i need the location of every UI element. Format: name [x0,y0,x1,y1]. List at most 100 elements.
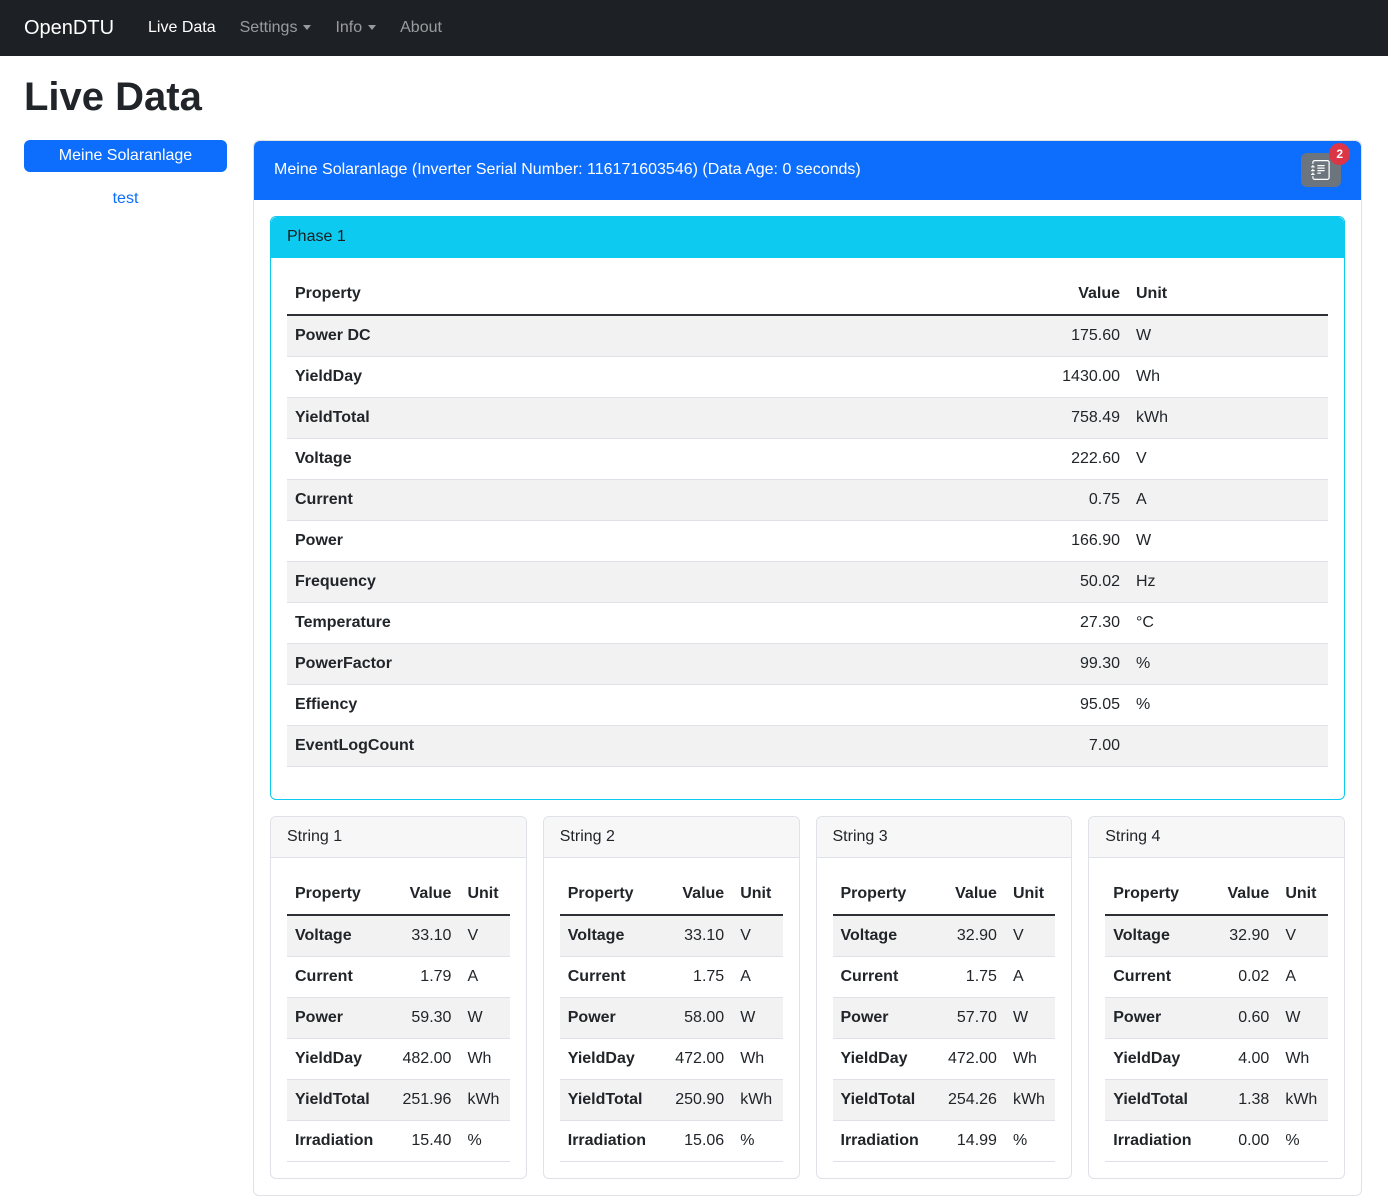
phase-card: Phase 1 PropertyValueUnitPower DC175.60W… [270,216,1345,800]
property-cell: YieldDay [287,357,1008,398]
table-row: YieldTotal250.90kWh [560,1080,783,1121]
unit-cell: % [459,1121,509,1162]
nav-item-about[interactable]: About [392,8,450,48]
table-row: Current1.79A [287,957,510,998]
unit-cell: % [1128,685,1328,726]
table-row: YieldDay4.00Wh [1105,1039,1328,1080]
nav-item-live-data[interactable]: Live Data [140,8,224,48]
unit-cell: W [1128,315,1328,357]
value-cell: 1.75 [654,957,732,998]
unit-cell: W [1005,998,1055,1039]
column-header: Property [287,274,1008,315]
value-cell: 472.00 [927,1039,1005,1080]
column-header: Value [1008,274,1128,315]
inverter-sidebar: Meine Solaranlage test [24,140,227,219]
value-cell: 254.26 [927,1080,1005,1121]
table-row: YieldTotal251.96kWh [287,1080,510,1121]
table-row: Power166.90W [287,521,1328,562]
property-cell: Frequency [287,562,1008,603]
value-cell: 1.75 [927,957,1005,998]
nav-item-label: Live Data [148,19,216,36]
value-cell: 59.30 [381,998,459,1039]
value-cell: 1430.00 [1008,357,1128,398]
string-card: String 1 PropertyValueUnitVoltage33.10VC… [270,816,527,1179]
unit-cell: A [732,957,782,998]
property-cell: YieldTotal [287,398,1008,439]
property-cell: Power DC [287,315,1008,357]
value-cell: 58.00 [654,998,732,1039]
table-row: Voltage32.90V [1105,915,1328,957]
nav-item-info[interactable]: Info [327,8,384,48]
column-header: Property [1105,874,1199,915]
property-cell: Current [287,957,381,998]
value-cell: 250.90 [654,1080,732,1121]
inverter-card-body: Phase 1 PropertyValueUnitPower DC175.60W… [254,200,1361,1195]
unit-cell: kWh [1128,398,1328,439]
table-row: Frequency50.02Hz [287,562,1328,603]
property-cell: Power [833,998,927,1039]
brand-logo[interactable]: OpenDTU [24,13,114,43]
string-table: PropertyValueUnitVoltage32.90VCurrent0.0… [1105,874,1328,1162]
unit-cell: V [459,915,509,957]
unit-cell: Wh [1005,1039,1055,1080]
sidebar-item-meine-solaranlage[interactable]: Meine Solaranlage [24,140,227,172]
table-row: Power59.30W [287,998,510,1039]
column-header: Unit [459,874,509,915]
property-cell: Voltage [1105,915,1199,957]
value-cell: 0.60 [1199,998,1277,1039]
value-cell: 32.90 [1199,915,1277,957]
column-header: Value [1199,874,1277,915]
table-row: YieldDay472.00Wh [833,1039,1056,1080]
unit-cell: V [1128,439,1328,480]
property-cell: Power [560,998,654,1039]
value-cell: 482.00 [381,1039,459,1080]
unit-cell: Wh [732,1039,782,1080]
property-cell: Irradiation [1105,1121,1199,1162]
property-cell: Current [287,480,1008,521]
page-container: Live Data Meine Solaranlage test Meine S… [0,74,1388,1196]
value-cell: 33.10 [654,915,732,957]
property-cell: Power [287,521,1008,562]
inverter-panel: Meine Solaranlage (Inverter Serial Numbe… [253,140,1362,1196]
value-cell: 175.60 [1008,315,1128,357]
eventlog-button[interactable]: 2 [1301,153,1341,187]
string-table: PropertyValueUnitVoltage32.90VCurrent1.7… [833,874,1056,1162]
unit-cell: Wh [1277,1039,1328,1080]
sidebar-item-test[interactable]: test [24,179,227,219]
value-cell: 95.05 [1008,685,1128,726]
column-header: Unit [732,874,782,915]
chevron-down-icon [303,25,311,30]
table-row: Current0.75A [287,480,1328,521]
string-card-title: String 2 [544,817,799,858]
unit-cell: V [1005,915,1055,957]
value-cell: 7.00 [1008,726,1128,767]
unit-cell: W [1128,521,1328,562]
table-row: Power DC175.60W [287,315,1328,357]
property-cell: YieldDay [560,1039,654,1080]
phase-card-header: Phase 1 [271,217,1344,258]
string-card-title: String 4 [1089,817,1344,858]
value-cell: 472.00 [654,1039,732,1080]
value-cell: 166.90 [1008,521,1128,562]
property-cell: YieldDay [1105,1039,1199,1080]
column-header: Property [560,874,654,915]
value-cell: 1.79 [381,957,459,998]
property-cell: YieldTotal [833,1080,927,1121]
table-row: YieldTotal1.38kWh [1105,1080,1328,1121]
table-row: PowerFactor99.30% [287,644,1328,685]
table-row: Current0.02A [1105,957,1328,998]
table-header-row: PropertyValueUnit [287,274,1328,315]
unit-cell [1128,726,1328,767]
value-cell: 50.02 [1008,562,1128,603]
property-cell: Irradiation [833,1121,927,1162]
column-header: Value [381,874,459,915]
value-cell: 57.70 [927,998,1005,1039]
property-cell: Current [560,957,654,998]
table-row: Voltage222.60V [287,439,1328,480]
value-cell: 32.90 [927,915,1005,957]
unit-cell: % [1277,1121,1328,1162]
nav-item-settings[interactable]: Settings [232,8,320,48]
value-cell: 0.75 [1008,480,1128,521]
property-cell: EventLogCount [287,726,1008,767]
table-row: YieldDay482.00Wh [287,1039,510,1080]
